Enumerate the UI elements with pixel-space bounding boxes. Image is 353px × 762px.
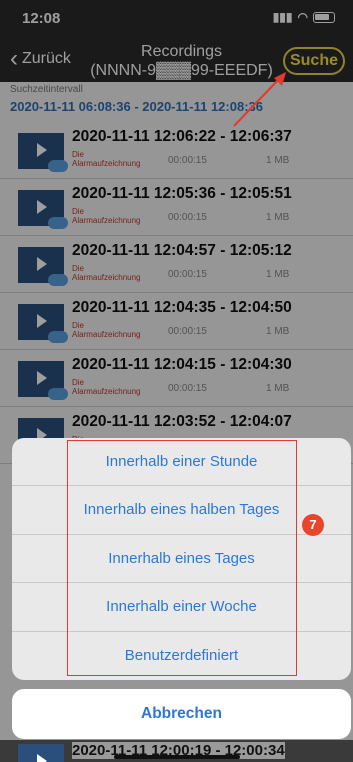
home-indicator	[114, 755, 240, 759]
video-thumbnail-icon	[18, 744, 64, 762]
annotation-highlight-box	[67, 440, 297, 676]
annotation-step-badge: 7	[302, 514, 324, 536]
cancel-button[interactable]: Abbrechen	[12, 689, 351, 739]
annotation-arrow-icon	[233, 72, 286, 127]
